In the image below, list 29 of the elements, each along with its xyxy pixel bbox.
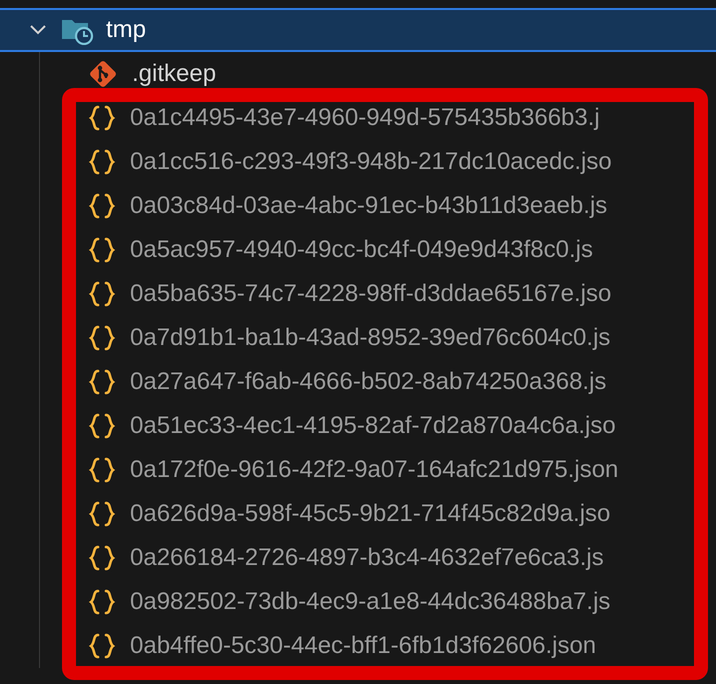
file-row[interactable]: 0a266184-2726-4897-b3c4-4632ef7e6ca3.js xyxy=(40,536,618,580)
curly-braces-icon xyxy=(88,633,116,659)
file-row[interactable]: 0a172f0e-9616-42f2-9a07-164afc21d975.json xyxy=(40,448,618,492)
file-row[interactable]: 0a03c84d-03ae-4abc-91ec-b43b11d3eaeb.js xyxy=(40,184,618,228)
file-row[interactable]: 0a5ac957-4940-49cc-bc4f-049e9d43f8c0.js xyxy=(40,228,618,272)
curly-braces-icon xyxy=(88,281,116,307)
curly-braces-icon xyxy=(88,589,116,615)
curly-braces-icon xyxy=(88,325,116,351)
file-row[interactable]: .gitkeep xyxy=(40,52,618,96)
curly-braces-icon xyxy=(88,149,116,175)
curly-braces-icon xyxy=(88,545,116,571)
curly-braces-icon xyxy=(88,457,116,483)
file-row[interactable]: 0a1cc516-c293-49f3-948b-217dc10acedc.jso xyxy=(40,140,618,184)
file-row[interactable]: 0a7d91b1-ba1b-43ad-8952-39ed76c604c0.js xyxy=(40,316,618,360)
folder-name: tmp xyxy=(106,15,146,45)
curly-braces-icon xyxy=(88,413,116,439)
curly-braces-icon xyxy=(88,105,116,131)
curly-braces-icon xyxy=(88,501,116,527)
file-row[interactable]: 0ab4ffe0-5c30-44ec-bff1-6fb1d3f62606.json xyxy=(40,624,618,668)
file-row[interactable]: 0a5ba635-74c7-4228-98ff-d3ddae65167e.jso xyxy=(40,272,618,316)
file-row[interactable]: 0a27a647-f6ab-4666-b502-8ab74250a368.js xyxy=(40,360,618,404)
curly-braces-icon xyxy=(88,369,116,395)
folder-row[interactable]: tmp xyxy=(0,8,716,52)
curly-braces-icon xyxy=(88,193,116,219)
file-row[interactable]: 0a1c4495-43e7-4960-949d-575435b366b3.j xyxy=(40,96,618,140)
file-row[interactable]: 0a982502-73db-4ec9-a1e8-44dc36488ba7.js xyxy=(40,580,618,624)
file-row[interactable]: 0a626d9a-598f-45c5-9b21-714f45c82d9a.jso xyxy=(40,492,618,536)
curly-braces-icon xyxy=(88,237,116,263)
file-row[interactable]: 0a51ec33-4ec1-4195-82af-7d2a870a4c6a.jso xyxy=(40,404,618,448)
